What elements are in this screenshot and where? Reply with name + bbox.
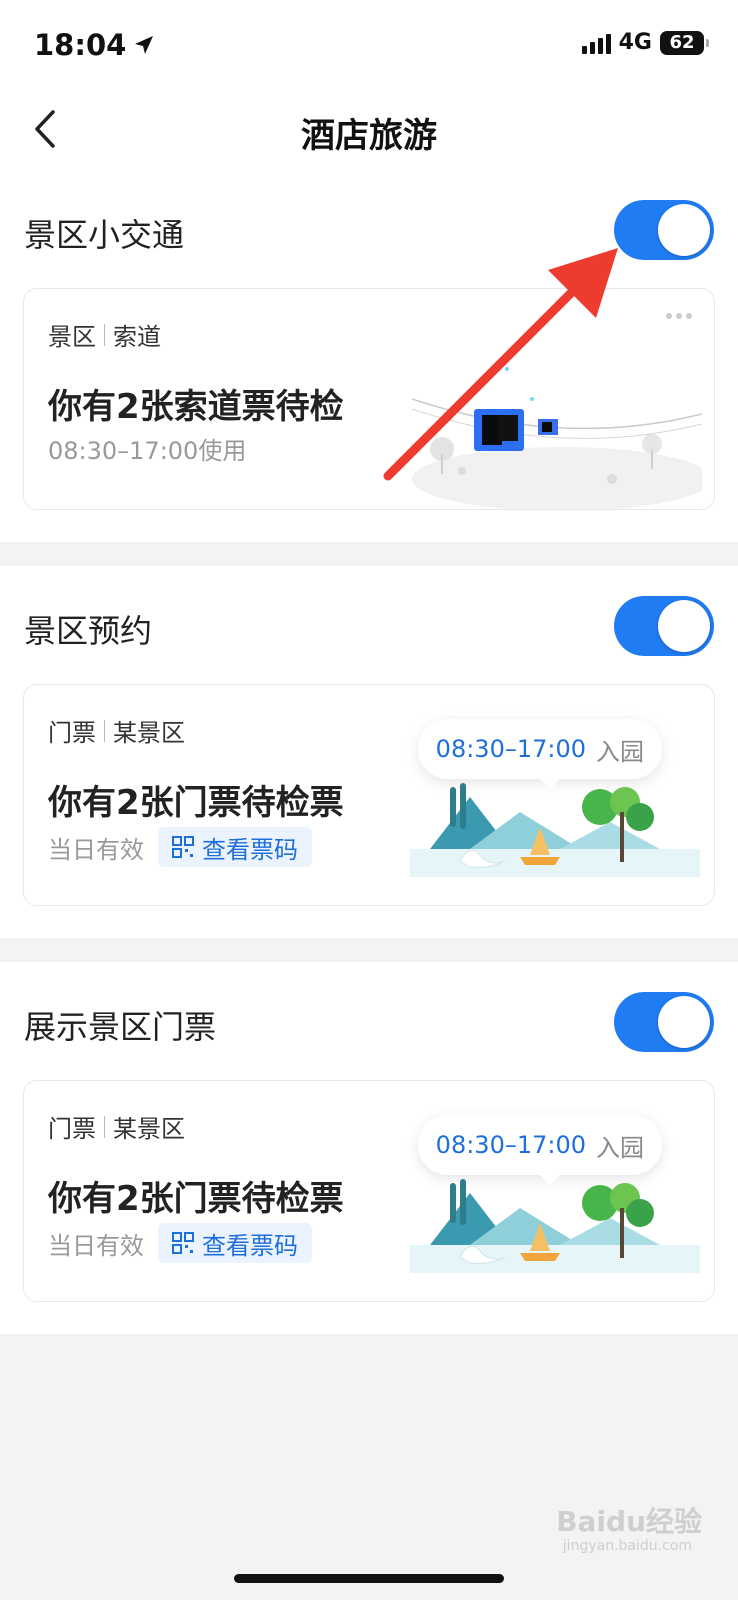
status-time-text: 18:04 <box>34 28 127 62</box>
baidu-watermark: Baidu经验 <box>556 1505 702 1538</box>
bubble-label: 入园 <box>596 737 644 766</box>
tag-divider <box>104 719 105 742</box>
red-arrow-annotation <box>383 248 618 481</box>
card-tags: 门票 某景区 <box>48 1109 185 1144</box>
tag-scenic-name: 某景区 <box>113 1115 185 1143</box>
toggle-knob <box>658 204 710 256</box>
bubble-time: 08:30–17:00 <box>435 735 586 763</box>
battery-icon: 62 <box>660 30 709 55</box>
qr-code-icon <box>172 1232 194 1254</box>
qr-code-icon <box>172 836 194 858</box>
card-tags: 门票 某景区 <box>48 713 185 748</box>
tag-scenic-name: 某景区 <box>113 719 185 747</box>
validity-text: 当日有效 <box>48 1231 144 1260</box>
status-right: 4G 62 <box>581 30 709 55</box>
bubble-label: 入园 <box>596 1133 644 1162</box>
location-arrow-icon <box>135 36 154 54</box>
section-scenic-reservation: 景区预约 门票 某景区 你有2张门票待检票 当日有效 查看票码 08:30–17… <box>0 566 738 938</box>
opening-hours-bubble: 08:30–17:00 入园 <box>417 719 662 789</box>
view-ticket-code-label: 查看票码 <box>202 1231 298 1260</box>
lake-scenery-illustration <box>410 1179 700 1273</box>
network-type: 4G <box>618 30 652 55</box>
card-headline: 你有2张门票待检票 <box>48 783 344 823</box>
toggle-knob <box>658 600 710 652</box>
tag-category: 门票 <box>48 719 96 747</box>
section-label: 展示景区门票 <box>24 1008 217 1046</box>
page-title: 酒店旅游 <box>301 116 437 156</box>
toggle-knob <box>658 996 710 1048</box>
tag-category: 门票 <box>48 1115 96 1143</box>
tag-category: 景区 <box>48 323 96 351</box>
card-tags: 景区 索道 <box>48 317 161 352</box>
battery-level: 62 <box>669 32 695 53</box>
card-usage-time: 08:30–17:00使用 <box>48 437 247 465</box>
section-label: 景区小交通 <box>24 216 185 254</box>
card-subrow: 当日有效 查看票码 <box>48 1223 312 1263</box>
ticket-card-admission[interactable]: 门票 某景区 你有2张门票待检票 当日有效 查看票码 08:30–17:00 入… <box>23 684 715 906</box>
toggle-scenic-reservation[interactable] <box>614 596 714 656</box>
home-indicator[interactable] <box>234 1574 504 1583</box>
tag-divider <box>104 323 105 346</box>
card-headline: 你有2张索道票待检 <box>48 387 344 427</box>
signal-icon <box>581 32 611 54</box>
status-bar: 18:04 4G 62 <box>0 0 738 90</box>
ticket-card-admission[interactable]: 门票 某景区 你有2张门票待检票 当日有效 查看票码 08:30–17:00 入… <box>23 1080 715 1302</box>
nav-bar: 酒店旅游 <box>0 90 738 176</box>
validity-text: 当日有效 <box>48 835 144 864</box>
toggle-show-tickets[interactable] <box>614 992 714 1052</box>
card-subrow: 当日有效 查看票码 <box>48 827 312 867</box>
more-dots-icon[interactable] <box>666 313 692 319</box>
section-show-tickets: 展示景区门票 门票 某景区 你有2张门票待检票 当日有效 查看票码 08:30–… <box>0 962 738 1334</box>
view-ticket-code-button[interactable]: 查看票码 <box>158 827 312 867</box>
tag-type: 索道 <box>113 323 161 351</box>
lake-scenery-illustration <box>410 783 700 877</box>
bubble-time: 08:30–17:00 <box>435 1131 586 1159</box>
view-ticket-code-button[interactable]: 查看票码 <box>158 1223 312 1263</box>
baidu-watermark-url: jingyan.baidu.com <box>562 1538 692 1554</box>
section-label: 景区预约 <box>24 612 153 650</box>
opening-hours-bubble: 08:30–17:00 入园 <box>417 1115 662 1185</box>
card-headline: 你有2张门票待检票 <box>48 1179 344 1219</box>
status-time: 18:04 <box>34 28 156 62</box>
tag-divider <box>104 1115 105 1138</box>
view-ticket-code-label: 查看票码 <box>202 835 298 864</box>
